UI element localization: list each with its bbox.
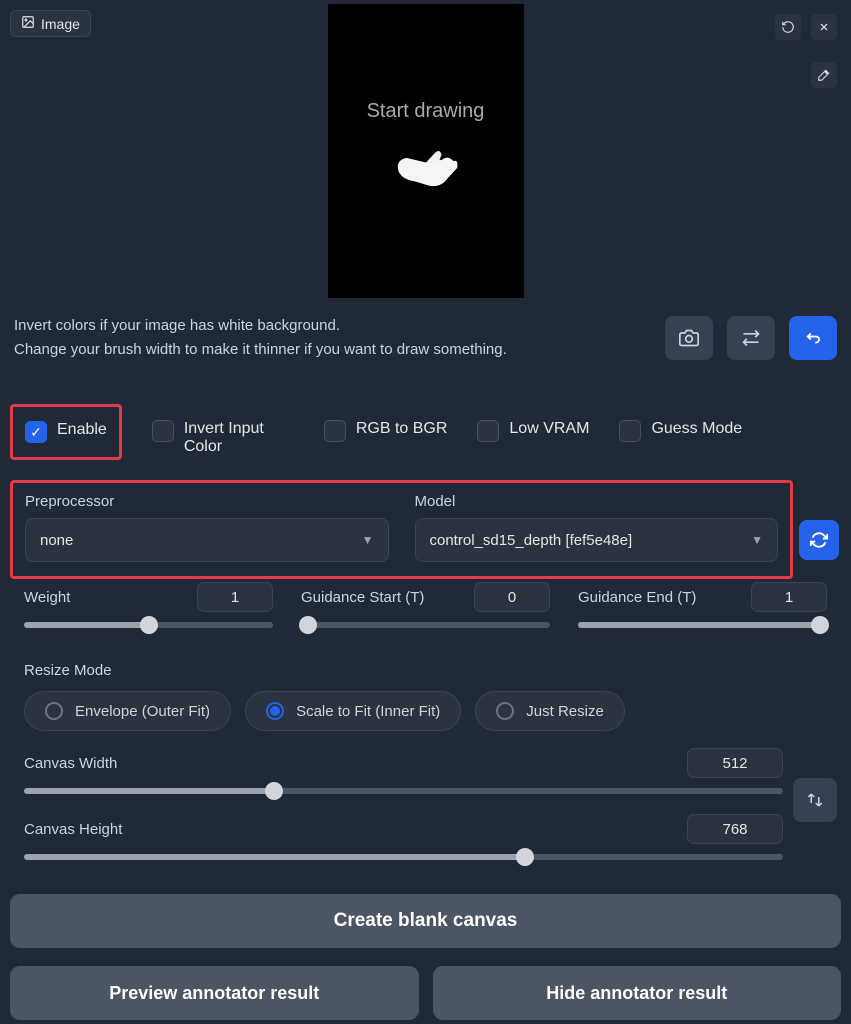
guidance-end-label: Guidance End (T) bbox=[578, 589, 696, 606]
close-icon[interactable] bbox=[811, 14, 837, 40]
invert-checkbox[interactable] bbox=[152, 420, 174, 442]
resize-just-radio[interactable]: Just Resize bbox=[475, 691, 625, 731]
image-tab[interactable]: Image bbox=[10, 10, 91, 37]
camera-button[interactable] bbox=[665, 316, 713, 360]
guess-checkbox[interactable] bbox=[619, 420, 641, 442]
resize-option-label: Just Resize bbox=[526, 703, 604, 720]
hint-text: Invert colors if your image has white ba… bbox=[14, 314, 507, 362]
canvas-height-label: Canvas Height bbox=[24, 821, 122, 838]
drawing-canvas[interactable]: Start drawing bbox=[328, 4, 524, 298]
model-dropdown[interactable]: control_sd15_depth [fef5e48e] ▼ bbox=[415, 518, 779, 562]
canvas-width-label: Canvas Width bbox=[24, 755, 117, 772]
lowvram-checkbox[interactable] bbox=[477, 420, 499, 442]
model-value: control_sd15_depth [fef5e48e] bbox=[430, 532, 633, 549]
guidance-end-input[interactable]: 1 bbox=[751, 582, 827, 612]
canvas-width-slider[interactable] bbox=[24, 788, 783, 794]
image-icon bbox=[21, 15, 35, 32]
weight-slider[interactable] bbox=[24, 622, 273, 628]
hint-line1: Invert colors if your image has white ba… bbox=[14, 314, 507, 338]
undo-icon[interactable] bbox=[775, 14, 801, 40]
canvas-placeholder-text: Start drawing bbox=[367, 100, 485, 123]
wand-icon[interactable] bbox=[811, 62, 837, 88]
return-button[interactable] bbox=[789, 316, 837, 360]
canvas-height-input[interactable]: 768 bbox=[687, 814, 783, 844]
model-highlight-box: Preprocessor none ▼ Model control_sd15_d… bbox=[10, 480, 793, 579]
preview-annotator-button[interactable]: Preview annotator result bbox=[10, 966, 419, 1020]
rgb2bgr-checkbox[interactable] bbox=[324, 420, 346, 442]
swap-dimensions-button[interactable] bbox=[793, 778, 837, 822]
model-label: Model bbox=[415, 493, 779, 510]
rgb2bgr-label: RGB to BGR bbox=[356, 420, 448, 438]
weight-label: Weight bbox=[24, 589, 70, 606]
image-tab-label: Image bbox=[41, 16, 80, 32]
resize-mode-label: Resize Mode bbox=[24, 662, 827, 679]
resize-option-label: Envelope (Outer Fit) bbox=[75, 703, 210, 720]
resize-scale-radio[interactable]: Scale to Fit (Inner Fit) bbox=[245, 691, 461, 731]
resize-envelope-radio[interactable]: Envelope (Outer Fit) bbox=[24, 691, 231, 731]
lowvram-label: Low VRAM bbox=[509, 420, 589, 438]
resize-option-label: Scale to Fit (Inner Fit) bbox=[296, 703, 440, 720]
preprocessor-dropdown[interactable]: none ▼ bbox=[25, 518, 389, 562]
guidance-start-label: Guidance Start (T) bbox=[301, 589, 424, 606]
chevron-down-icon: ▼ bbox=[751, 533, 763, 547]
preprocessor-label: Preprocessor bbox=[25, 493, 389, 510]
refresh-model-button[interactable] bbox=[799, 520, 839, 560]
preprocessor-value: none bbox=[40, 532, 73, 549]
swap-arrows-button[interactable] bbox=[727, 316, 775, 360]
enable-highlight-box: ✓ Enable bbox=[10, 404, 122, 460]
weight-input[interactable]: 1 bbox=[197, 582, 273, 612]
guess-label: Guess Mode bbox=[651, 420, 742, 438]
guidance-end-slider[interactable] bbox=[578, 622, 827, 628]
canvas-width-input[interactable]: 512 bbox=[687, 748, 783, 778]
chevron-down-icon: ▼ bbox=[362, 533, 374, 547]
enable-checkbox[interactable]: ✓ bbox=[25, 421, 47, 443]
guidance-start-slider[interactable] bbox=[301, 622, 550, 628]
hide-annotator-button[interactable]: Hide annotator result bbox=[433, 966, 842, 1020]
enable-label: Enable bbox=[57, 421, 107, 439]
hint-line2: Change your brush width to make it thinn… bbox=[14, 338, 507, 362]
create-canvas-button[interactable]: Create blank canvas bbox=[10, 894, 841, 948]
hand-icon bbox=[386, 133, 466, 203]
canvas-height-slider[interactable] bbox=[24, 854, 783, 860]
guidance-start-input[interactable]: 0 bbox=[474, 582, 550, 612]
invert-label: Invert Input Color bbox=[184, 420, 294, 456]
